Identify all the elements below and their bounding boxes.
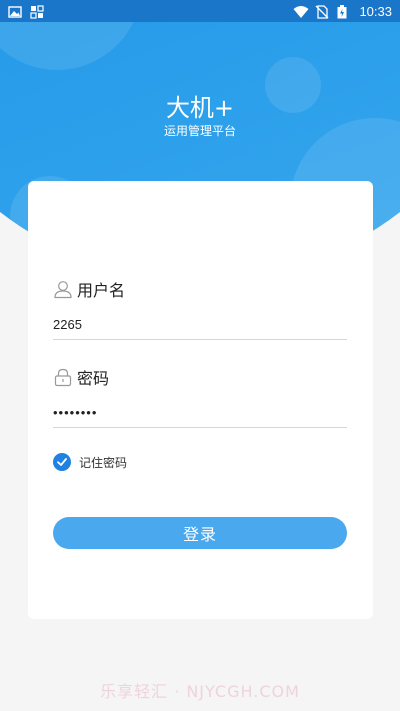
wifi-icon [293, 4, 309, 18]
username-label: 用户名 [77, 281, 126, 300]
no-sim-icon [315, 4, 329, 19]
battery-icon [337, 4, 351, 19]
remember-label: 记住密码 [79, 455, 128, 470]
username-input[interactable] [53, 309, 347, 340]
password-input[interactable] [53, 397, 347, 428]
lock-icon [53, 367, 73, 387]
remember-checkbox[interactable] [53, 453, 71, 471]
app-title: 大机+ [165, 94, 235, 122]
image-icon [8, 4, 22, 18]
grid-icon [30, 4, 44, 19]
password-label: 密码 [77, 369, 110, 388]
status-bar: 10:33 [0, 0, 400, 22]
login-button[interactable]: 登录 [53, 517, 347, 549]
checkmark-icon [57, 458, 67, 466]
user-icon [53, 279, 73, 299]
watermark: 乐享轻汇 · NJYCGH.COM [100, 682, 300, 701]
login-screen: 10:33 大机+ 运用管理平台 用户名 密码 记住密码 登录 乐享轻汇 · N… [0, 0, 400, 711]
app-subtitle: 运用管理平台 [163, 124, 236, 138]
status-time: 10:33 [359, 3, 392, 19]
remember-password-row[interactable]: 记住密码 [53, 453, 127, 471]
login-card: 用户名 密码 记住密码 登录 [28, 181, 373, 619]
password-label-row: 密码 [53, 365, 109, 389]
username-label-row: 用户名 [53, 277, 125, 301]
